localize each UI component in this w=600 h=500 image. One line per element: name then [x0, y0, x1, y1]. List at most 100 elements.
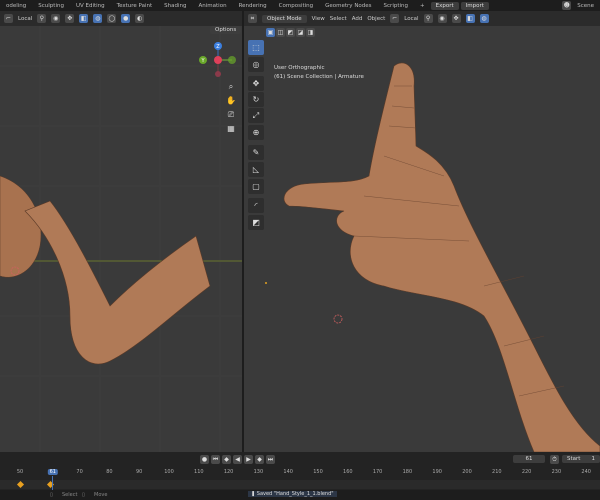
transform-orientation-icon[interactable]: ⌐ [390, 14, 400, 23]
options-dropdown[interactable]: Options [210, 26, 242, 34]
current-frame-field[interactable]: 61 [513, 455, 545, 463]
add-cube-tool[interactable]: ▢ [248, 179, 264, 194]
grid-icon[interactable]: ▦ [225, 123, 237, 135]
shear-tool[interactable]: ◩ [248, 215, 264, 230]
hand-mesh [283, 62, 600, 452]
gizmo-icon[interactable]: ✥ [65, 14, 75, 23]
import-button[interactable]: Import [460, 1, 489, 10]
current-frame-marker[interactable]: 61 [47, 469, 58, 475]
status-move: Move [94, 492, 108, 498]
frame-tick: 200 [462, 469, 472, 475]
transform-tool[interactable]: ⊕ [248, 125, 264, 140]
record-icon[interactable]: ● [200, 455, 209, 464]
frame-tick: 90 [136, 469, 143, 475]
xray-icon[interactable]: ◍ [479, 14, 489, 23]
mode-dropdown[interactable]: Object Mode [262, 14, 307, 23]
shading-wire-icon[interactable]: ◯ [107, 14, 117, 23]
svg-text:Z: Z [216, 44, 220, 50]
tab-texture-paint[interactable]: Texture Paint [111, 3, 159, 9]
tab-compositing[interactable]: Compositing [273, 3, 319, 9]
timeline[interactable]: ● ⏮ ◆ ◀ ▶ ◆ ⏭ 61 ⏱ Start 1 50 61 70 80 90 100… [0, 452, 600, 490]
pan-hand-icon[interactable]: ✋ [225, 95, 237, 107]
select-intersect-icon[interactable]: ◨ [306, 28, 315, 37]
select-new-icon[interactable]: ▣ [266, 28, 275, 37]
left-viewport-scene [0, 26, 242, 452]
frame-tick: 230 [551, 469, 562, 475]
cursor-tool[interactable]: ◎ [248, 57, 264, 72]
frame-tick: 50 [16, 469, 24, 475]
shading-render-icon[interactable]: ◐ [135, 14, 145, 23]
tab-uv-editing[interactable]: UV Editing [70, 3, 111, 9]
next-keyframe-icon[interactable]: ◆ [255, 455, 264, 464]
frame-tick: 160 [343, 469, 353, 475]
select-subtract-icon[interactable]: ◩ [286, 28, 295, 37]
frame-tick: 100 [164, 469, 174, 475]
play-icon[interactable]: ▶ [244, 455, 253, 464]
snap-icon[interactable]: ⚲ [423, 14, 433, 23]
tab-shading[interactable]: Shading [158, 3, 192, 9]
right-viewport[interactable]: ▣ ◫ ◩ ◪ ◨ User Orthographic (61) Scene C… [244, 26, 600, 452]
menu-add[interactable]: Add [352, 16, 363, 22]
keyframe-track[interactable] [0, 480, 600, 489]
frame-tick: 150 [313, 469, 323, 475]
editor-type-icon[interactable]: ⌗ [248, 14, 257, 23]
select-extend-icon[interactable]: ◫ [276, 28, 285, 37]
frame-tick: 140 [283, 469, 293, 475]
frame-tick: 130 [253, 469, 264, 475]
overlay-icon[interactable]: ◧ [465, 14, 475, 23]
camera-icon[interactable]: ⎚ [225, 109, 237, 121]
select-invert-icon[interactable]: ◪ [296, 28, 305, 37]
tab-rendering[interactable]: Rendering [233, 3, 273, 9]
mouse-middle-icon: ▯ [82, 492, 85, 498]
jump-start-icon[interactable]: ⏮ [211, 455, 220, 464]
frame-tick: 190 [432, 469, 442, 475]
right-viewport-scene [265, 62, 600, 452]
3d-cursor-icon [333, 314, 343, 324]
menu-object[interactable]: Object [367, 16, 385, 22]
shading-solid-icon[interactable]: ● [121, 14, 131, 23]
status-bar: ▯ Select ▯ Move ❚ Saved "Hand_Style_1_1.… [0, 490, 600, 500]
tab-scripting[interactable]: Scripting [378, 3, 414, 9]
view-name: User Orthographic [274, 65, 325, 71]
scale-tool[interactable]: ⤢ [248, 108, 264, 123]
prev-keyframe-icon[interactable]: ◆ [222, 455, 231, 464]
xray-icon[interactable]: ◍ [93, 14, 103, 23]
jump-end-icon[interactable]: ⏭ [266, 455, 275, 464]
add-workspace-button[interactable]: + [414, 3, 431, 9]
pivot-dropdown[interactable]: Local [404, 16, 418, 22]
start-frame-field[interactable]: Start 1 [562, 455, 600, 463]
stopwatch-icon[interactable]: ⏱ [550, 455, 559, 464]
rotate-tool[interactable]: ↻ [248, 92, 264, 107]
transform-orientation-icon[interactable]: ⌐ [4, 14, 13, 23]
annotate-tool[interactable]: ✎ [248, 145, 264, 160]
frame-tick: 170 [372, 469, 383, 475]
export-button[interactable]: Export [430, 1, 459, 10]
user-icon[interactable]: ☻ [562, 1, 572, 10]
select-box-tool[interactable]: ⬚ [248, 40, 264, 55]
overlay-icon[interactable]: ◧ [79, 14, 89, 23]
scene-selector[interactable]: Scene [571, 3, 600, 9]
workspace-bar: odeling Sculpting UV Editing Texture Pai… [0, 0, 600, 11]
tab-modeling[interactable]: odeling [0, 3, 32, 9]
tab-sculpting[interactable]: Sculpting [32, 3, 70, 9]
snap-icon[interactable]: ⚲ [37, 14, 47, 23]
bend-tool[interactable]: ◜ [248, 198, 264, 213]
measure-tool[interactable]: ◺ [248, 162, 264, 177]
frame-tick: 220 [521, 469, 532, 475]
menu-select[interactable]: Select [330, 16, 347, 22]
left-viewport[interactable]: Options Z Y ⌕ ✋ ⎚ ▦ [0, 26, 242, 452]
tab-geometry-nodes[interactable]: Geometry Nodes [319, 3, 377, 9]
gizmo-icon[interactable]: ✥ [451, 14, 461, 23]
zoom-icon[interactable]: ⌕ [225, 81, 237, 93]
proportional-icon[interactable]: ◉ [437, 14, 447, 23]
proportional-icon[interactable]: ◉ [51, 14, 61, 23]
navigation-gizmo[interactable]: Z Y [196, 40, 240, 84]
play-reverse-icon[interactable]: ◀ [233, 455, 242, 464]
playhead[interactable] [52, 476, 53, 490]
pivot-dropdown[interactable]: Local [18, 16, 32, 22]
tab-animation[interactable]: Animation [193, 3, 233, 9]
hand-mesh [0, 175, 42, 278]
right-viewport-header: ⌗ Object Mode View Select Add Object ⌐ L… [244, 11, 600, 26]
move-tool[interactable]: ✥ [248, 76, 264, 91]
menu-view[interactable]: View [312, 16, 325, 22]
